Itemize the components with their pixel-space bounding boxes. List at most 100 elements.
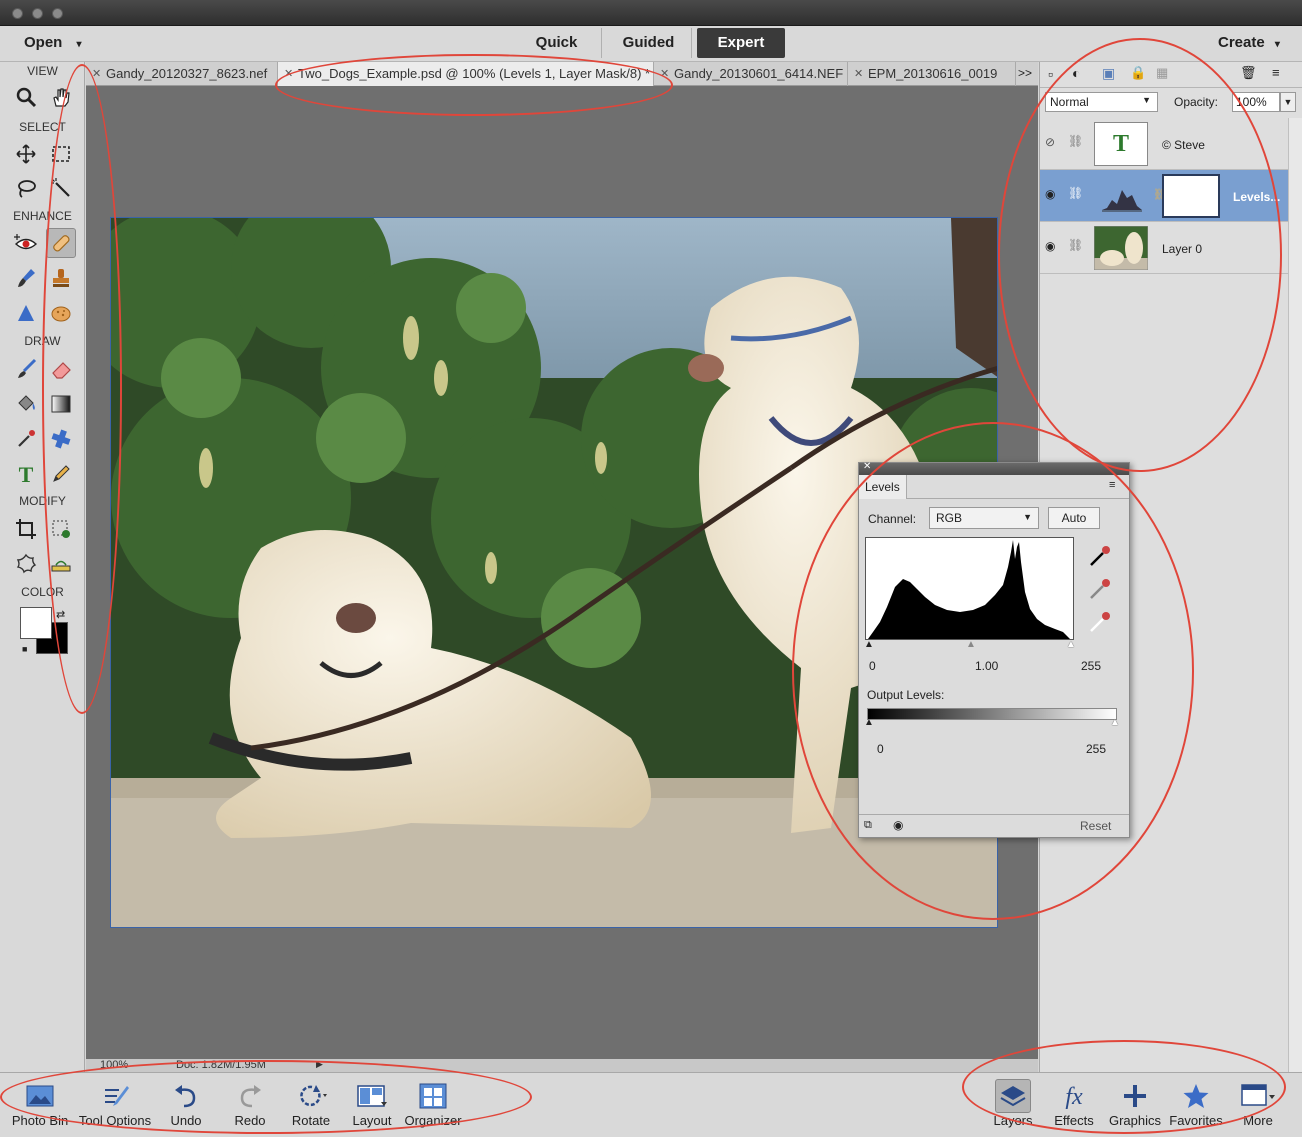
layers-button[interactable]: Layers [988, 1079, 1038, 1128]
smart-brush-tool[interactable] [11, 263, 41, 293]
eye-icon[interactable]: ◉ [893, 818, 903, 832]
tab-levels[interactable]: Levels [859, 475, 907, 499]
blur-tool[interactable] [11, 298, 41, 328]
mode-expert[interactable]: Expert [697, 28, 785, 58]
eye-icon[interactable]: ◉ [1045, 187, 1055, 201]
tab-document-1[interactable]: ✕ Gandy_20120327_8623.nef [86, 62, 278, 86]
panel-menu-icon[interactable]: ≡ [1109, 479, 1115, 491]
tab-document-3[interactable]: ✕ Gandy_20130601_6414.NEF [654, 62, 848, 86]
paint-bucket-tool[interactable] [11, 389, 41, 419]
eraser-tool[interactable] [46, 354, 76, 384]
link-icon[interactable]: ⛓ [1068, 238, 1083, 252]
sponge-tool[interactable] [46, 298, 76, 328]
adjustment-layer-icon[interactable]: ◐ [1072, 65, 1080, 81]
levels-panel-header[interactable]: ✕ [859, 461, 1129, 475]
output-white-value[interactable]: 255 [1086, 742, 1106, 756]
white-output-slider[interactable]: ▲ [1110, 717, 1120, 728]
status-menu-arrow[interactable]: ▶ [316, 1059, 323, 1070]
recompose-tool[interactable] [46, 514, 76, 544]
new-layer-icon[interactable]: ▫ [1048, 66, 1053, 82]
straighten-tool[interactable] [46, 549, 76, 579]
organizer-button[interactable]: Organizer [402, 1079, 464, 1128]
lock-transparency-icon[interactable]: ▦ [1156, 65, 1168, 81]
tool-options-button[interactable]: Tool Options [76, 1079, 154, 1128]
input-white-value[interactable]: 255 [1081, 659, 1101, 673]
favorites-button[interactable]: Favorites [1166, 1079, 1226, 1128]
panel-menu-icon[interactable]: ≡ [1272, 65, 1280, 80]
brush-tool[interactable] [11, 354, 41, 384]
effects-button[interactable]: fx Effects [1050, 1079, 1098, 1128]
mode-quick[interactable]: Quick [512, 28, 602, 58]
eye-icon[interactable]: ◉ [1045, 239, 1055, 253]
tab-document-2[interactable]: ✕ Two_Dogs_Example.psd @ 100% (Levels 1, … [278, 62, 654, 86]
clip-to-layer-icon[interactable]: ⧉ [864, 819, 872, 832]
close-tab-icon[interactable]: ✕ [854, 62, 863, 86]
marquee-tool[interactable] [46, 139, 76, 169]
blend-mode-select[interactable]: Normal ▼ [1045, 92, 1158, 112]
layer-row-text[interactable]: ⊘ ⛓ T © Steve [1040, 118, 1288, 170]
move-tool[interactable] [11, 139, 41, 169]
spot-healing-tool[interactable] [46, 228, 76, 258]
cookie-cutter-tool[interactable] [11, 549, 41, 579]
tab-document-4[interactable]: ✕ EPM_20130616_0019 [848, 62, 1016, 86]
black-output-slider[interactable]: ▲ [864, 717, 874, 728]
crop-tool[interactable] [11, 514, 41, 544]
open-button[interactable]: Open ▾ [24, 34, 82, 51]
auto-button[interactable]: Auto [1048, 507, 1100, 529]
type-tool[interactable]: T [11, 459, 41, 489]
reset-button[interactable]: Reset [1080, 819, 1111, 833]
more-button[interactable]: More [1234, 1079, 1282, 1128]
minimize-window-button[interactable] [32, 8, 43, 19]
gradient-tool[interactable] [46, 389, 76, 419]
close-tab-icon[interactable]: ✕ [92, 62, 101, 86]
red-eye-tool[interactable] [11, 228, 41, 258]
layout-button[interactable]: Layout [350, 1079, 394, 1128]
layer-row-levels[interactable]: ◉ ⛓ ⛓ Levels... [1040, 170, 1288, 222]
swap-colors-icon[interactable]: ⇄ [56, 608, 65, 621]
layers-scrollbar[interactable] [1288, 118, 1302, 1072]
hand-tool[interactable] [46, 82, 76, 112]
black-eyedropper-icon[interactable] [1087, 543, 1113, 569]
redo-button[interactable]: Redo [228, 1079, 272, 1128]
graphics-button[interactable]: Graphics [1106, 1079, 1164, 1128]
default-colors-icon[interactable]: ■ [22, 644, 27, 654]
zoom-level[interactable]: 100% [100, 1059, 128, 1071]
pencil-tool[interactable] [46, 459, 76, 489]
layer-row-background[interactable]: ◉ ⛓ Layer 0 [1040, 222, 1288, 274]
input-black-value[interactable]: 0 [869, 659, 876, 673]
opacity-dropdown[interactable]: ▼ [1280, 92, 1296, 112]
input-gamma-value[interactable]: 1.00 [975, 659, 998, 673]
black-input-slider[interactable]: ▲ [864, 639, 874, 650]
undo-button[interactable]: Undo [164, 1079, 208, 1128]
channel-select[interactable]: RGB ▼ [929, 507, 1039, 529]
zoom-window-button[interactable] [52, 8, 63, 19]
mask-icon[interactable]: ▣ [1102, 65, 1115, 82]
lasso-tool[interactable] [11, 173, 41, 203]
gray-eyedropper-icon[interactable] [1087, 576, 1113, 602]
gamma-input-slider[interactable]: ▲ [966, 639, 976, 650]
lock-icon[interactable]: 🔒 [1130, 65, 1146, 81]
zoom-tool[interactable] [11, 82, 41, 112]
white-eyedropper-icon[interactable] [1087, 609, 1113, 635]
visibility-hidden-icon[interactable]: ⊘ [1045, 135, 1055, 149]
mode-guided[interactable]: Guided [606, 28, 692, 58]
custom-shape-tool[interactable] [46, 424, 76, 454]
close-icon[interactable]: ✕ [863, 461, 871, 472]
tabs-overflow-button[interactable]: >> [1018, 66, 1032, 80]
layer-mask-thumb[interactable] [1162, 174, 1220, 218]
foreground-color-swatch[interactable] [20, 607, 52, 639]
photo-bin-button[interactable]: Photo Bin [10, 1079, 70, 1128]
eyedropper-tool[interactable] [11, 424, 41, 454]
close-tab-icon[interactable]: ✕ [284, 62, 293, 86]
rotate-button[interactable]: Rotate [288, 1079, 334, 1128]
link-icon[interactable]: ⛓ [1068, 186, 1083, 200]
output-black-value[interactable]: 0 [877, 742, 884, 756]
opacity-input[interactable]: 100% [1232, 92, 1280, 112]
close-window-button[interactable] [12, 8, 23, 19]
close-tab-icon[interactable]: ✕ [660, 62, 669, 86]
clone-stamp-tool[interactable] [46, 263, 76, 293]
white-input-slider[interactable]: ▲ [1066, 639, 1076, 650]
trash-icon[interactable]: 🗑 [1240, 65, 1257, 81]
link-icon[interactable]: ⛓ [1068, 134, 1083, 148]
magic-wand-tool[interactable] [46, 173, 76, 203]
